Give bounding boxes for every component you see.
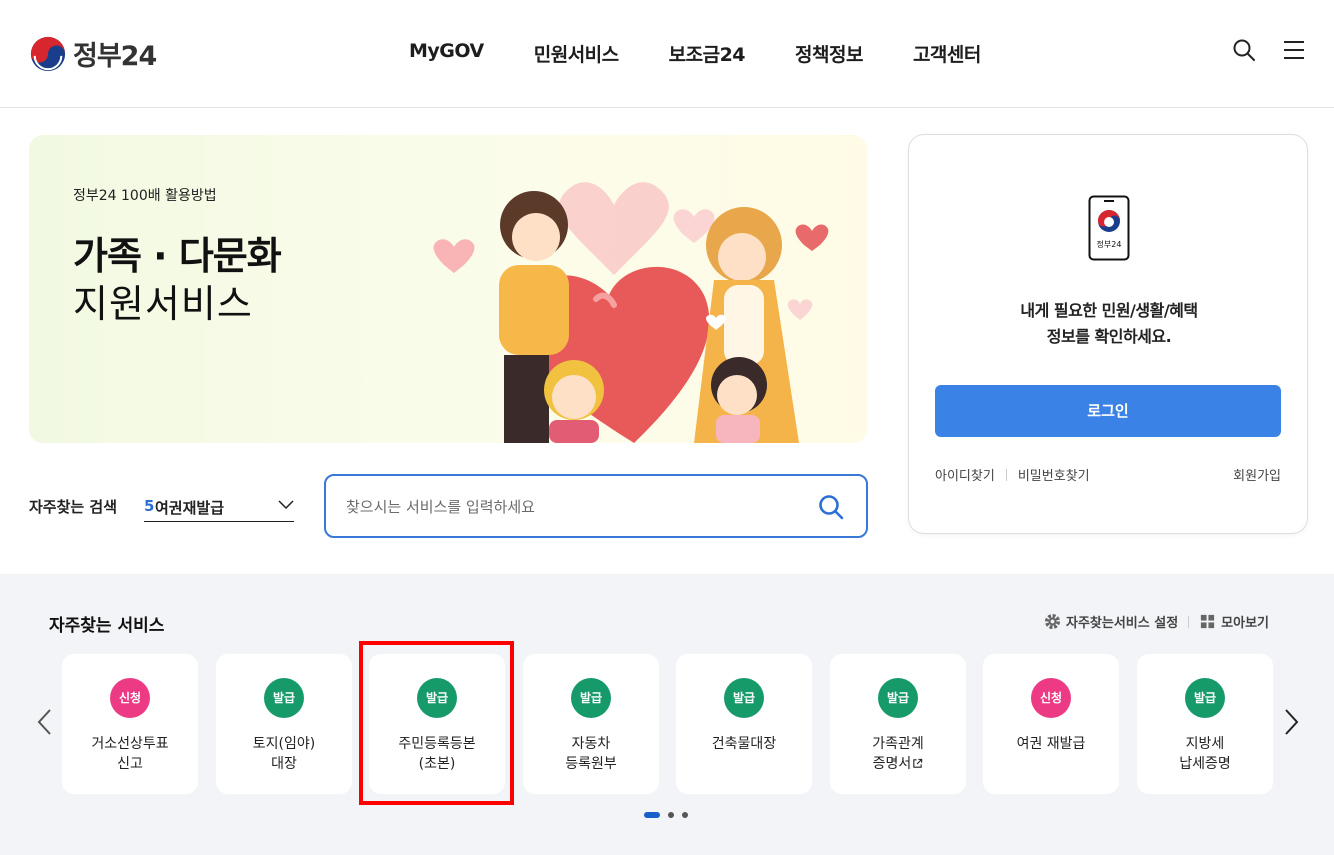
nav-item-civil-services[interactable]: 민원서비스 [534, 40, 619, 67]
divider [1188, 615, 1190, 628]
site-logo[interactable]: 정부24 [29, 34, 157, 73]
main-nav: MyGOV 민원서비스 보조금24 정책정보 고객센터 [409, 40, 981, 67]
carousel-dot-3[interactable] [682, 812, 688, 818]
external-link-icon [913, 758, 923, 768]
nav-item-mygov[interactable]: MyGOV [409, 40, 484, 67]
login-message-line2: 정보를 확인하세요. [1046, 327, 1172, 346]
service-card-label: 거소선상투표 신고 [91, 736, 169, 772]
view-all-button[interactable]: 모아보기 [1199, 612, 1269, 631]
service-card-label: 건축물대장 [711, 736, 777, 752]
header: 정부24 MyGOV 민원서비스 보조금24 정책정보 고객센터 [0, 0, 1334, 108]
service-card-label: 자동차 등록원부 [565, 736, 617, 772]
menu-icon[interactable] [1282, 38, 1306, 62]
nav-item-policy-info[interactable]: 정책정보 [795, 40, 863, 67]
service-card-label: 토지(임야) 대장 [252, 736, 316, 772]
gear-icon [1044, 613, 1061, 630]
frequent-services-section: 자주찾는 서비스 자주찾는서비스 설정 모아보기 신청 거소선상투표 신고 발급… [0, 574, 1334, 855]
family-illustration [433, 182, 829, 443]
carousel-next-icon[interactable] [1283, 707, 1301, 737]
login-card: 정부24 내게 필요한 민원/생활/혜택 정보를 확인하세요. 로그인 아이디찾… [908, 134, 1308, 534]
divider [1005, 468, 1007, 481]
issue-badge: 발급 [724, 678, 764, 718]
section-tools: 자주찾는서비스 설정 모아보기 [1044, 612, 1269, 631]
service-card-absentee-vote[interactable]: 신청 거소선상투표 신고 [62, 654, 198, 794]
service-search-input[interactable] [346, 494, 786, 520]
search-submit-icon[interactable] [818, 494, 844, 520]
service-card-label: 가족관계 증명서 [872, 736, 924, 772]
login-message-line1: 내게 필요한 민원/생활/혜택 [1020, 301, 1198, 320]
chevron-down-icon [278, 500, 294, 510]
banner-title-line2: 지원서비스 [73, 282, 253, 326]
promo-banner[interactable]: 정부24 100배 활용방법 가족 · 다문화 지원서비스 [29, 135, 867, 443]
carousel-prev-icon[interactable] [35, 707, 53, 737]
carousel-dot-1[interactable] [644, 812, 660, 818]
mobile-gov24-icon: 정부24 [1088, 195, 1130, 261]
issue-badge: 발급 [878, 678, 918, 718]
frequent-search-dropdown[interactable]: 5 여권재발급 [144, 488, 294, 522]
service-search-box [324, 474, 868, 538]
phone-label: 정부24 [1097, 239, 1122, 249]
apply-badge: 신청 [110, 678, 150, 718]
service-card-label: 여권 재발급 [1016, 736, 1086, 752]
service-card-label: 주민등록등본 (초본) [398, 736, 476, 772]
signup-link[interactable]: 회원가입 [1233, 465, 1281, 484]
service-card-resident-registration[interactable]: 발급 주민등록등본 (초본) [369, 654, 505, 794]
login-links: 아이디찾기 비밀번호찾기 [935, 465, 1090, 484]
service-card-land-register[interactable]: 발급 토지(임야) 대장 [216, 654, 352, 794]
section-title: 자주찾는 서비스 [49, 616, 165, 636]
taegeuk-logo-icon [30, 36, 66, 71]
carousel-dot-2[interactable] [668, 812, 674, 818]
find-id-link[interactable]: 아이디찾기 [935, 465, 995, 484]
nav-item-subsidy24[interactable]: 보조금24 [669, 40, 746, 67]
issue-badge: 발급 [264, 678, 304, 718]
service-card-vehicle-register[interactable]: 발급 자동차 등록원부 [523, 654, 659, 794]
service-card-local-tax-certificate[interactable]: 발급 지방세 납세증명 [1137, 654, 1273, 794]
issue-badge: 발급 [417, 678, 457, 718]
service-card-building-register[interactable]: 발급 건축물대장 [676, 654, 812, 794]
find-password-link[interactable]: 비밀번호찾기 [1018, 465, 1090, 484]
banner-title: 가족 · 다문화 [73, 234, 282, 278]
nav-item-customer-center[interactable]: 고객센터 [913, 40, 981, 67]
grid-icon [1201, 614, 1215, 629]
logo-text: 정부24 [73, 41, 157, 72]
service-card-passport-reissue[interactable]: 신청 여권 재발급 [983, 654, 1119, 794]
service-card-family-certificate[interactable]: 발급 가족관계 증명서 [830, 654, 966, 794]
issue-badge: 발급 [1185, 678, 1225, 718]
service-card-label: 지방세 납세증명 [1179, 736, 1231, 772]
login-button[interactable]: 로그인 [935, 385, 1281, 437]
header-actions [1232, 38, 1306, 62]
frequent-search-value: 여권재발급 [155, 499, 225, 517]
search-icon[interactable] [1232, 38, 1256, 62]
frequent-search-label: 자주찾는 검색 [29, 498, 118, 516]
view-all-label: 모아보기 [1221, 616, 1269, 631]
carousel-pagination [644, 812, 688, 818]
service-settings-button[interactable]: 자주찾는서비스 설정 [1044, 612, 1178, 631]
apply-badge: 신청 [1031, 678, 1071, 718]
frequent-search-rank: 5 [144, 497, 155, 515]
issue-badge: 발급 [571, 678, 611, 718]
service-settings-label: 자주찾는서비스 설정 [1065, 616, 1179, 631]
banner-subtitle: 정부24 100배 활용방법 [73, 188, 217, 204]
